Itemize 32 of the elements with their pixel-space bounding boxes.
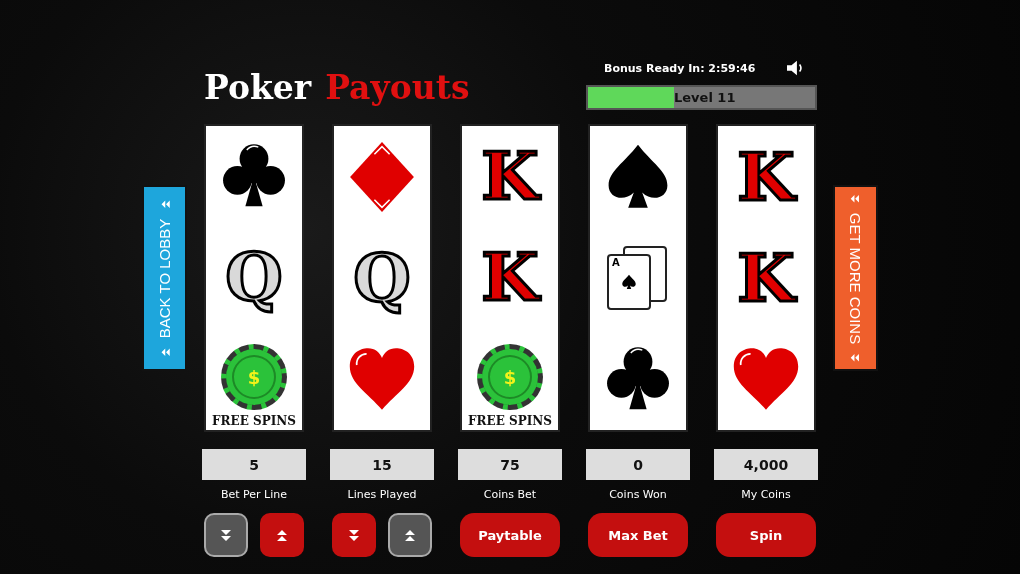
stat-value: 0 <box>586 449 690 480</box>
spade-icon <box>621 274 637 290</box>
dollar-sign: $ <box>247 366 261 388</box>
title-word: Poker <box>204 68 312 108</box>
title-word: Payouts <box>325 68 470 108</box>
action-button[interactable]: Spin <box>716 513 816 557</box>
stat-value: 5 <box>202 449 306 480</box>
get-more-coins-button[interactable]: GET MORE COINS <box>833 185 878 371</box>
card-letter: Q <box>225 242 283 312</box>
level-label: Level 11 <box>674 90 736 105</box>
card-letter: Q <box>353 243 411 313</box>
stat-value: 75 <box>458 449 562 480</box>
stat-label: Bet Per Line <box>220 488 288 501</box>
stat-label: Lines Played <box>347 488 417 501</box>
action-button[interactable]: Max Bet <box>588 513 688 557</box>
stat-value: 15 <box>330 449 434 480</box>
card-rank: A <box>612 257 620 268</box>
stat-label: My Coins <box>741 488 791 501</box>
bonus-timer: Bonus Ready In: 2:59:46 <box>604 61 756 75</box>
dollar-sign: $ <box>503 366 517 388</box>
card-letter: K <box>737 243 795 313</box>
card-letter: K <box>481 242 539 312</box>
free-spins-label: FREE SPINS <box>468 414 552 428</box>
decrease-button[interactable] <box>332 513 376 557</box>
increase-button[interactable] <box>260 513 304 557</box>
free-spins-label: FREE SPINS <box>212 414 296 428</box>
stat-label: Coins Bet <box>483 488 537 501</box>
action-button[interactable]: Paytable <box>460 513 560 557</box>
stat-label: Coins Won <box>609 488 667 501</box>
card-letter: K <box>481 141 539 212</box>
card-letter: K <box>737 141 795 212</box>
stat-value: 4,000 <box>714 449 818 480</box>
